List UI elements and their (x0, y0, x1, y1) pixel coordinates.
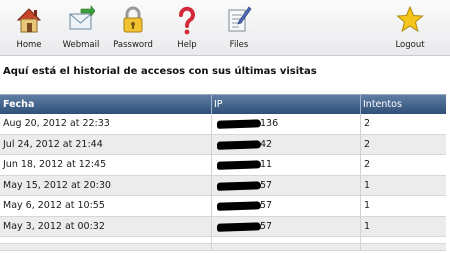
logout-label: Logout (395, 40, 425, 50)
intentos-cell: 2 (364, 118, 371, 129)
column-divider (211, 95, 212, 114)
empty-row (0, 244, 446, 251)
ip-cell: 57 (214, 196, 354, 215)
intentos-cell: 1 (364, 200, 371, 211)
webmail-button[interactable]: Webmail (55, 2, 107, 52)
empty-row (0, 237, 446, 244)
ip-cell: 57 (214, 176, 354, 195)
column-divider (211, 196, 212, 216)
fecha-cell: May 15, 2012 at 20:30 (3, 179, 111, 191)
redaction-mark (216, 139, 262, 150)
table-row: Aug 20, 2012 at 22:33 136 2 (0, 114, 446, 135)
table-row: Jul 24, 2012 at 21:44 42 2 (0, 134, 446, 155)
star-icon (396, 5, 424, 33)
fecha-cell: May 3, 2012 at 00:32 (3, 220, 105, 232)
column-divider (360, 95, 361, 114)
page-title: Aquí está el historial de accesos con su… (3, 66, 317, 77)
files-button[interactable]: Files (213, 2, 265, 52)
webmail-label: Webmail (62, 40, 100, 50)
column-divider (211, 134, 212, 154)
home-icon (16, 8, 42, 33)
column-divider (360, 196, 361, 216)
column-divider (360, 134, 361, 154)
column-divider (360, 237, 361, 243)
redaction-mark (216, 221, 262, 232)
table-row: May 6, 2012 at 10:55 57 1 (0, 196, 446, 217)
toolbar: Home Webmail Password Help Files Logout (0, 0, 450, 56)
fecha-cell: Jun 18, 2012 at 12:45 (3, 159, 107, 170)
column-divider (360, 244, 361, 250)
redaction-mark (216, 180, 262, 191)
help-button[interactable]: Help (161, 2, 213, 52)
redaction-mark (216, 160, 262, 170)
ip-tail: 57 (260, 220, 273, 232)
column-divider (211, 175, 212, 195)
column-divider (360, 114, 361, 134)
access-history-table: Fecha IP Intentos Aug 20, 2012 at 22:33 … (0, 94, 446, 251)
table-row: Jun 18, 2012 at 12:45 11 2 (0, 155, 446, 176)
password-button[interactable]: Password (107, 2, 159, 52)
files-label: Files (229, 40, 249, 50)
column-divider (211, 244, 212, 250)
table-row: May 15, 2012 at 20:30 57 1 (0, 175, 446, 196)
ip-cell: 42 (214, 135, 354, 154)
column-divider (360, 216, 361, 236)
ip-cell: 57 (214, 217, 354, 236)
table-row: May 3, 2012 at 00:32 57 1 (0, 216, 446, 237)
column-divider (360, 175, 361, 195)
column-divider (360, 155, 361, 175)
home-label: Home (16, 40, 42, 50)
password-label: Password (113, 40, 153, 50)
ip-tail: 42 (260, 138, 273, 150)
column-header-ip[interactable]: IP (214, 99, 223, 110)
intentos-cell: 1 (364, 179, 371, 191)
lock-icon (123, 6, 143, 33)
fecha-cell: May 6, 2012 at 10:55 (3, 200, 105, 211)
column-divider (211, 114, 212, 134)
webmail-icon (69, 5, 95, 30)
ip-tail: 57 (260, 200, 273, 211)
help-label: Help (177, 40, 197, 50)
column-divider (211, 155, 212, 175)
ip-tail: 11 (260, 159, 273, 170)
fecha-cell: Aug 20, 2012 at 22:33 (3, 118, 110, 129)
fecha-cell: Jul 24, 2012 at 21:44 (3, 138, 103, 150)
column-divider (211, 237, 212, 243)
ip-cell: 136 (214, 114, 354, 133)
ip-tail: 57 (260, 179, 273, 191)
table-header: Fecha IP Intentos (0, 94, 446, 114)
column-header-fecha[interactable]: Fecha (3, 99, 34, 110)
intentos-cell: 2 (364, 159, 371, 170)
redaction-mark (216, 201, 262, 211)
help-icon (179, 6, 195, 35)
ip-tail: 136 (260, 118, 279, 129)
ip-cell: 11 (214, 155, 354, 174)
files-icon (228, 6, 252, 32)
column-header-intentos[interactable]: Intentos (363, 99, 402, 110)
home-button[interactable]: Home (3, 2, 55, 52)
column-divider (211, 216, 212, 236)
redaction-mark (216, 119, 262, 129)
intentos-cell: 2 (364, 138, 371, 150)
intentos-cell: 1 (364, 220, 371, 232)
logout-button[interactable]: Logout (384, 2, 436, 52)
